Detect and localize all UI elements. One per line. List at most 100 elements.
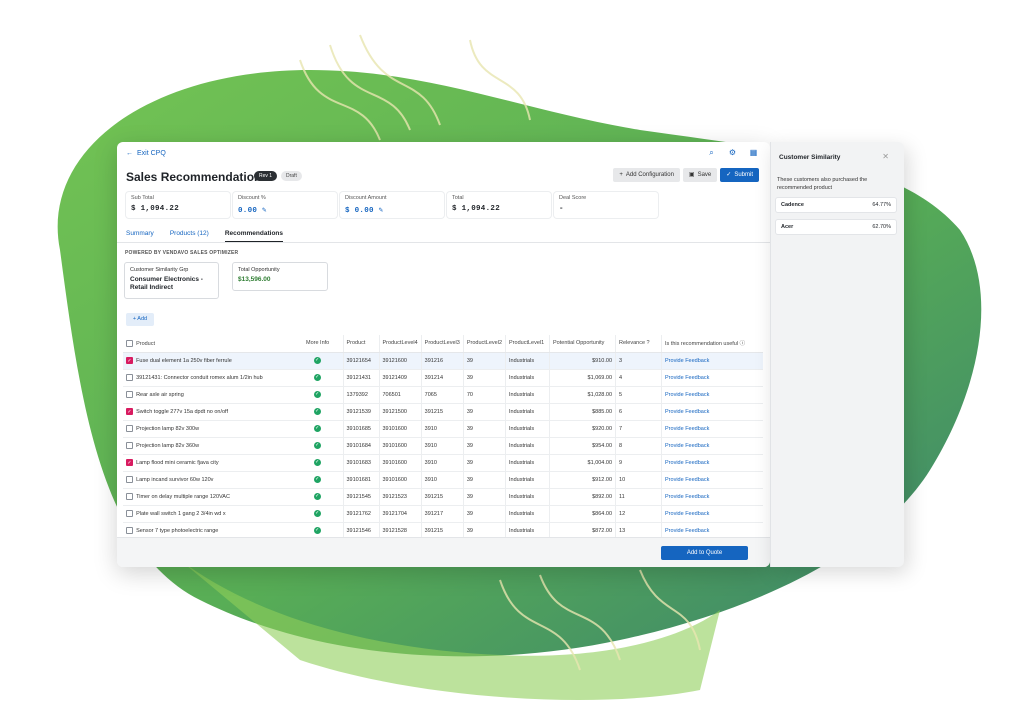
more-info-cell[interactable]: ✓	[303, 420, 343, 438]
row-checkbox[interactable]	[126, 374, 133, 381]
row-checkbox[interactable]: ✓	[126, 459, 133, 466]
provide-feedback-link[interactable]: Provide Feedback	[665, 358, 709, 364]
select-all-checkbox[interactable]	[126, 339, 133, 347]
revision-badge: Rev 1	[254, 171, 278, 181]
exit-cpq-link[interactable]: ← Exit CPQ	[126, 150, 166, 157]
info-icon[interactable]: ⓘ	[740, 341, 746, 347]
more-info-cell[interactable]: ✓	[303, 505, 343, 523]
more-info-cell[interactable]: ✓	[303, 471, 343, 489]
row-checkbox[interactable]	[126, 391, 133, 398]
level4-cell: 39101600	[378, 437, 422, 455]
table-row[interactable]: Projection lamp 82v 360w ✓ 39101684 3910160…	[123, 437, 763, 455]
check-circle-icon[interactable]: ✓	[313, 442, 321, 449]
row-checkbox[interactable]: ✓	[126, 408, 133, 415]
more-info-cell[interactable]: ✓	[303, 369, 343, 387]
check-circle-icon[interactable]: ✓	[313, 391, 321, 398]
check-circle-icon[interactable]: ✓	[313, 493, 321, 500]
table-header-row: Product More Info Product ProductLevel4 …	[123, 335, 763, 353]
row-checkbox[interactable]	[126, 493, 133, 500]
product-name: 39121431: Connector conduit romex alum 1…	[136, 374, 263, 381]
table-row[interactable]: Timer on delay multiple range 120VAC ✓ 391…	[123, 488, 763, 506]
help-icon[interactable]: ?	[647, 340, 650, 346]
metric-total: Total $ 1,094.22	[447, 192, 551, 218]
pencil-icon[interactable]: ✎	[379, 207, 384, 215]
close-icon[interactable]: ✕	[882, 152, 889, 161]
check-circle-icon[interactable]: ✓	[313, 527, 321, 534]
more-info-cell[interactable]: ✓	[303, 352, 343, 370]
level3-cell: 391214	[420, 369, 464, 387]
provide-feedback-link[interactable]: Provide Feedback	[665, 528, 709, 534]
tab-recommendations[interactable]: Recommendations	[224, 230, 283, 242]
provide-feedback-link[interactable]: Provide Feedback	[665, 409, 709, 415]
row-checkbox[interactable]: ✓	[126, 357, 133, 364]
feedback-cell: Provide Feedback	[661, 437, 763, 455]
discount-amount-field[interactable]: $ 0.00 ✎	[345, 205, 439, 215]
check-circle-icon[interactable]: ✓	[313, 425, 321, 432]
provide-feedback-link[interactable]: Provide Feedback	[665, 375, 709, 381]
similar-customer-item[interactable]: Acer 62.70%	[776, 220, 896, 234]
exit-cpq-label: Exit CPQ	[137, 150, 166, 157]
more-info-cell[interactable]: ✓	[303, 437, 343, 455]
table-row[interactable]: ✓ Fuse dual element 1a 250v fiber ferrul…	[123, 352, 763, 370]
opportunity-cell: $1,004.00	[549, 454, 616, 472]
more-info-cell[interactable]: ✓	[303, 488, 343, 506]
provide-feedback-link[interactable]: Provide Feedback	[665, 511, 709, 517]
provide-feedback-link[interactable]: Provide Feedback	[665, 460, 709, 466]
provide-feedback-link[interactable]: Provide Feedback	[665, 494, 709, 500]
row-checkbox[interactable]	[126, 527, 133, 534]
check-circle-icon[interactable]: ✓	[313, 476, 321, 483]
level4-cell: 39121500	[378, 403, 422, 421]
level2-cell: 39	[462, 420, 506, 438]
settings-icon[interactable]: ⚙	[728, 148, 737, 157]
table-row[interactable]: 39121431: Connector conduit romex alum 1…	[123, 369, 763, 387]
more-info-cell[interactable]: ✓	[303, 386, 343, 404]
check-circle-icon[interactable]: ✓	[313, 408, 321, 415]
feedback-cell: Provide Feedback	[661, 386, 763, 404]
save-button[interactable]: ▣ Save	[682, 168, 718, 182]
metric-label: Deal Score	[559, 195, 587, 201]
row-checkbox[interactable]	[126, 425, 133, 432]
search-icon[interactable]: ⌕	[707, 148, 716, 157]
customer-group-value: Consumer Electronics - Retail Indirect	[130, 276, 203, 291]
provide-feedback-link[interactable]: Provide Feedback	[665, 477, 709, 483]
metric-value: $ 0.00	[345, 207, 374, 215]
total-opportunity-box: Total Opportunity $13,596.00	[232, 262, 328, 291]
table-row[interactable]: ✓ Lamp flood mini ceramic fjava city ✓ 391…	[123, 454, 763, 472]
check-circle-icon[interactable]: ✓	[313, 510, 321, 517]
add-button[interactable]: + Add	[126, 313, 154, 326]
row-checkbox[interactable]	[126, 442, 133, 449]
feedback-cell: Provide Feedback	[661, 403, 763, 421]
submit-button[interactable]: ✓ Submit	[720, 168, 759, 182]
grid-icon[interactable]: ▦	[749, 148, 758, 157]
table-row[interactable]: ✓ Switch toggle 277v 15a dpdt no on/off ✓…	[123, 403, 763, 421]
level2-cell: 39	[462, 505, 506, 523]
table-row[interactable]: Rear axle air spring ✓ 1379392 706501 7065 70…	[123, 386, 763, 404]
row-checkbox[interactable]	[126, 476, 133, 483]
row-checkbox[interactable]	[126, 510, 133, 517]
tab-products[interactable]: Products (12)	[170, 230, 209, 242]
opportunity-cell: $864.00	[549, 505, 616, 523]
provide-feedback-link[interactable]: Provide Feedback	[665, 392, 709, 398]
metric-subtotal: Sub Total $ 1,094.22	[126, 192, 230, 218]
product-name-cell: Timer on delay multiple range 120VAC	[123, 488, 303, 506]
pencil-icon[interactable]: ✎	[262, 207, 267, 215]
check-circle-icon[interactable]: ✓	[313, 459, 321, 466]
more-info-cell[interactable]: ✓	[303, 454, 343, 472]
metric-value: 0.00	[238, 207, 258, 215]
similar-customer-item[interactable]: Cadence 64.77%	[776, 198, 896, 212]
provide-feedback-link[interactable]: Provide Feedback	[665, 426, 709, 432]
add-to-quote-button[interactable]: Add to Quote	[661, 546, 748, 560]
feedback-cell: Provide Feedback	[661, 420, 763, 438]
more-info-cell[interactable]: ✓	[303, 403, 343, 421]
provide-feedback-link[interactable]: Provide Feedback	[665, 443, 709, 449]
check-circle-icon[interactable]: ✓	[313, 357, 321, 364]
tab-summary[interactable]: Summary	[126, 230, 154, 242]
level2-cell: 39	[462, 471, 506, 489]
discount-percent-field[interactable]: 0.00 ✎	[238, 205, 332, 215]
table-row[interactable]: Plate wall switch 1 gang 2 3/4in wd x ✓ 39…	[123, 505, 763, 523]
check-circle-icon[interactable]: ✓	[313, 374, 321, 381]
save-label: Save	[697, 172, 712, 178]
add-configuration-button[interactable]: + Add Configuration	[613, 168, 680, 182]
table-row[interactable]: Projection lamp 82v 300w ✓ 39101685 3910160…	[123, 420, 763, 438]
table-row[interactable]: Lamp incand survivor 60w 120v ✓ 39101681 39…	[123, 471, 763, 489]
